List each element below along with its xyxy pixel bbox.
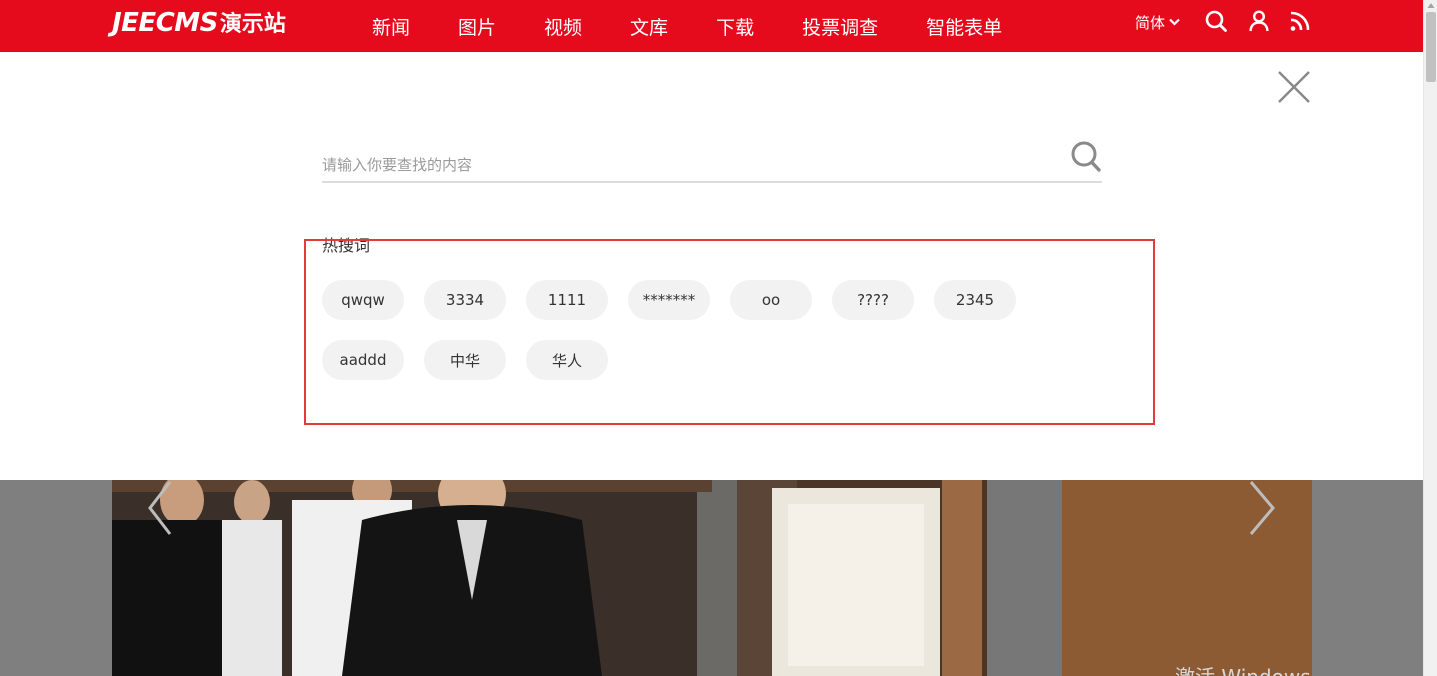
page-scrollbar[interactable] [1423,0,1437,676]
rss-icon[interactable] [1288,9,1312,33]
scroll-up-arrow-icon[interactable] [1427,2,1435,10]
chevron-down-icon [1169,18,1180,26]
main-nav: 新闻 图片 视频 文库 下载 投票调查 智能表单 [372,0,1002,52]
hot-tag[interactable]: ???? [832,280,914,320]
nav-item-polls[interactable]: 投票调查 [802,13,878,40]
nav-item-smart-forms[interactable]: 智能表单 [926,13,1002,40]
language-switcher[interactable]: 简体 [1135,11,1180,33]
hot-tag[interactable]: 华人 [526,340,608,380]
logo-text-cn: 演示站 [219,12,286,37]
language-label: 简体 [1135,13,1166,32]
carousel-prev-icon[interactable] [140,480,180,536]
close-icon[interactable] [1276,69,1312,105]
hot-tag[interactable]: aaddd [322,340,404,380]
scrollbar-thumb[interactable] [1426,12,1436,82]
carousel-next-icon[interactable] [1243,480,1283,536]
hot-tag[interactable]: 3334 [424,280,506,320]
hot-tag[interactable]: oo [730,280,812,320]
hot-tag[interactable]: 1111 [526,280,608,320]
user-icon[interactable] [1247,9,1271,33]
search-input[interactable] [322,150,1052,180]
site-logo[interactable]: JEECMS 演示站 [112,6,286,40]
banner-carousel-image[interactable] [112,480,1312,676]
nav-item-library[interactable]: 文库 [630,13,668,40]
nav-item-news[interactable]: 新闻 [372,13,410,40]
top-navbar: JEECMS 演示站 新闻 图片 视频 文库 下载 投票调查 智能表单 简体 [0,0,1423,52]
hot-tag[interactable]: qwqw [322,280,404,320]
nav-item-videos[interactable]: 视频 [544,13,582,40]
hot-tag[interactable]: 中华 [424,340,506,380]
search-submit-icon[interactable] [1070,140,1102,174]
search-overlay: 热搜词 qwqw 3334 1111 ******* oo ???? 2345 … [0,52,1423,480]
logo-text-en: JEECMS [112,8,218,38]
hot-search-tags: qwqw 3334 1111 ******* oo ???? 2345 aadd… [322,280,1132,400]
search-bar [322,140,1102,183]
windows-activation-watermark: 激活 Windows [1175,661,1311,676]
hot-tag[interactable]: ******* [628,280,710,320]
nav-item-images[interactable]: 图片 [458,13,496,40]
hot-tag[interactable]: 2345 [934,280,1016,320]
search-icon[interactable] [1204,9,1228,33]
nav-item-downloads[interactable]: 下载 [716,13,754,40]
